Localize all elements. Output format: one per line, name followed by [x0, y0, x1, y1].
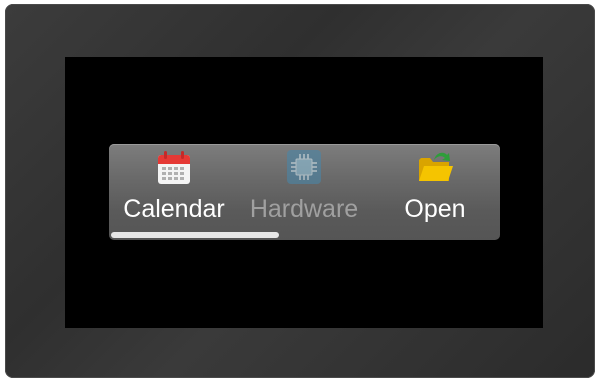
app-open[interactable]: Open [384, 144, 486, 228]
calendar-icon [158, 151, 190, 184]
app-launcher: Calendar Hardware Open [109, 144, 500, 240]
app-open-label: Open [404, 195, 466, 223]
scrollbar-thumb[interactable] [111, 232, 279, 238]
launcher-scrollbar[interactable] [109, 232, 500, 240]
app-hardware[interactable]: Hardware [239, 144, 369, 228]
folder-open-icon [419, 152, 453, 181]
app-calendar[interactable]: Calendar [115, 144, 233, 228]
app-hardware-label: Hardware [249, 195, 359, 223]
chip-icon [287, 150, 321, 184]
app-calendar-label: Calendar [123, 195, 225, 223]
